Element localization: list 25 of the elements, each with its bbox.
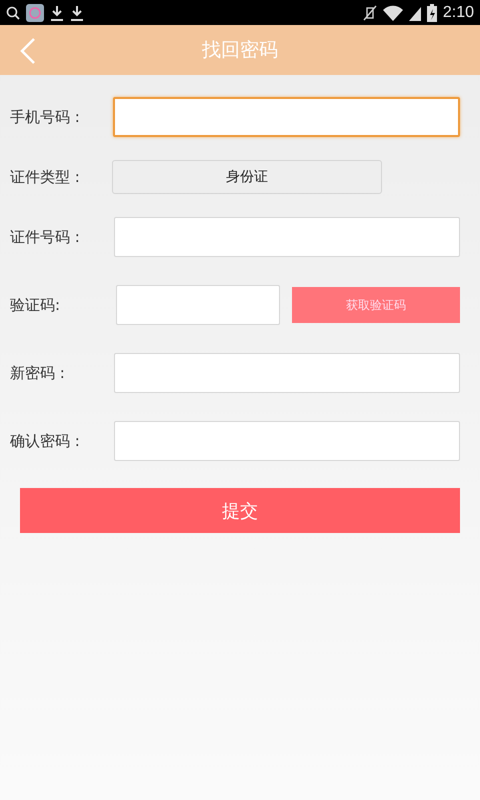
input-field[interactable] — [116, 285, 280, 325]
field-label: 手机号码 : — [10, 108, 81, 126]
field-label: 新密码 : — [10, 364, 66, 382]
signal-icon — [408, 4, 421, 20]
search-icon — [6, 6, 20, 20]
page-title: 找回密码 — [202, 38, 278, 63]
input-field[interactable] — [113, 97, 460, 137]
field-label: 验证码: — [10, 296, 62, 314]
field-label: 证件类型 : — [10, 168, 81, 186]
battery-icon — [426, 4, 437, 22]
field-label: 证件号码 : — [10, 228, 81, 246]
wifi-icon — [382, 4, 403, 20]
input-field[interactable] — [114, 217, 460, 257]
clock: 2:10 — [442, 4, 474, 22]
submit-button[interactable]: 提交 — [20, 488, 460, 533]
field-label: 确认密码 : — [10, 432, 81, 450]
id-type-selector[interactable]: 身份证 — [112, 160, 382, 194]
download-icon — [70, 4, 84, 20]
input-field[interactable] — [114, 353, 460, 393]
app-icon — [26, 4, 44, 22]
vibrate-off-icon — [362, 4, 377, 20]
input-field[interactable] — [114, 421, 460, 461]
back-icon[interactable] — [20, 38, 36, 64]
download-icon — [50, 4, 64, 20]
get-code-button[interactable]: 获取验证码 — [292, 287, 460, 323]
